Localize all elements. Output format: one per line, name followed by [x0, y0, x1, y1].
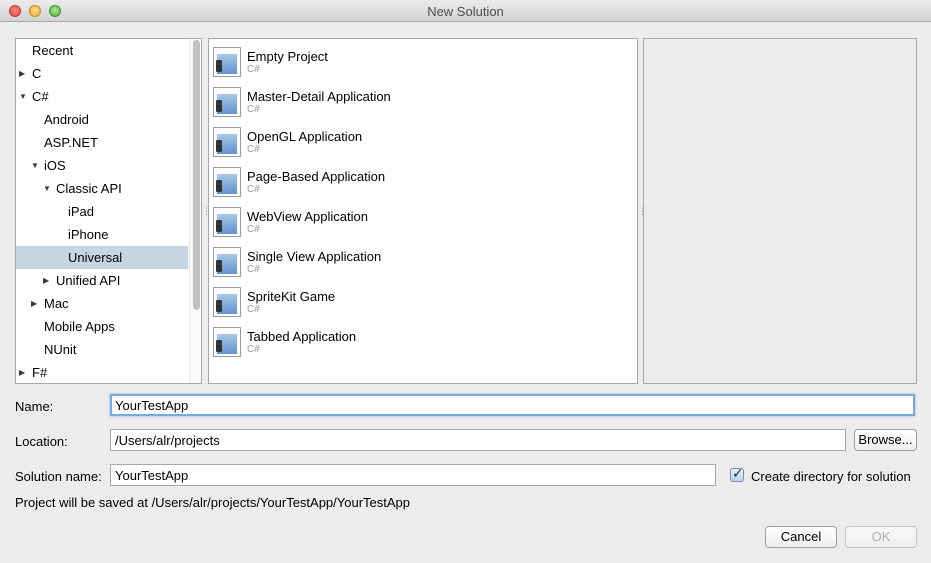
tree-item[interactable]: iPad [16, 200, 188, 223]
template-item[interactable]: OpenGL Application C# [209, 123, 637, 163]
template-language: C# [247, 104, 260, 115]
template-item[interactable]: Tabbed Application C# [209, 323, 637, 363]
tree-item[interactable]: ▶ Unified API [16, 269, 188, 292]
tree-item-label: Mac [44, 296, 69, 311]
tree-item-label: Classic API [56, 181, 122, 196]
ios-template-icon [213, 87, 241, 117]
template-language: C# [247, 344, 260, 355]
ios-template-icon [213, 47, 241, 77]
splitter-grip-icon[interactable]: ⋮ [202, 206, 211, 216]
ios-template-icon [213, 207, 241, 237]
disclosure-collapsed-icon[interactable]: ▶ [19, 62, 25, 85]
template-name: Single View Application [247, 249, 382, 264]
tree-item[interactable]: ▶ Mac [16, 292, 188, 315]
disclosure-expanded-icon[interactable]: ▼ [19, 85, 27, 108]
tree-item-label: iOS [44, 158, 66, 173]
category-tree[interactable]: Recent ▶ C ▼ C# Android ASP.NET ▼ iOS ▼ Classic AP… [15, 38, 202, 384]
template-language: C# [247, 144, 260, 155]
tree-item-label: C [32, 66, 42, 81]
template-name: Page-Based Application [247, 169, 386, 184]
template-name: Tabbed Application [247, 329, 357, 344]
checkmark-icon: ✓ [732, 465, 744, 481]
tree-item[interactable]: Mobile Apps [16, 315, 188, 338]
tree-item-label: ASP.NET [44, 135, 98, 150]
splitter-grip-icon[interactable]: ⋮ [638, 206, 647, 216]
tree-item[interactable]: ▶ C [16, 62, 188, 85]
name-label: Name: [15, 399, 54, 414]
tree-item-label: Recent [32, 43, 74, 58]
create-directory-checkbox[interactable]: ✓ [730, 465, 744, 482]
tree-item-label: iPad [68, 204, 95, 219]
template-list[interactable]: Empty Project C# Master-Detail Application… [208, 38, 638, 384]
disclosure-collapsed-icon[interactable]: ▶ [43, 269, 49, 292]
tree-item-label: iPhone [68, 227, 109, 242]
disclosure-expanded-icon[interactable]: ▼ [43, 177, 51, 200]
disclosure-collapsed-icon[interactable]: ▶ [19, 361, 25, 383]
create-directory-label[interactable]: Create directory for solution [751, 469, 911, 484]
window-title: New Solution [427, 4, 504, 19]
template-language: C# [247, 64, 260, 75]
name-input[interactable] [110, 394, 915, 416]
tree-item[interactable]: ASP.NET [16, 131, 188, 154]
template-language: C# [247, 264, 260, 275]
tree-item-label: Universal [68, 250, 123, 265]
ok-button[interactable]: OK [845, 526, 917, 548]
template-item[interactable]: Empty Project C# [209, 43, 637, 83]
solution-name-input[interactable] [110, 464, 716, 486]
ios-template-icon [213, 167, 241, 197]
location-label: Location: [15, 434, 68, 449]
tree-item[interactable]: NUnit [16, 338, 188, 361]
template-item[interactable]: Single View Application C# [209, 243, 637, 283]
template-item[interactable]: Page-Based Application C# [209, 163, 637, 203]
tree-item-label: Android [44, 112, 89, 127]
tree-item[interactable]: Android [16, 108, 188, 131]
ios-template-icon [213, 327, 241, 357]
location-input[interactable] [110, 429, 846, 451]
template-item[interactable]: WebView Application C# [209, 203, 637, 243]
disclosure-expanded-icon[interactable]: ▼ [31, 154, 39, 177]
tree-item-label: Unified API [56, 273, 121, 288]
tree-item[interactable]: ▶ F# [16, 361, 188, 383]
cancel-button[interactable]: Cancel [765, 526, 837, 548]
tree-item[interactable]: iPhone [16, 223, 188, 246]
template-name: SpriteKit Game [247, 289, 336, 304]
ios-template-icon [213, 287, 241, 317]
tree-item-label: Mobile Apps [44, 319, 115, 334]
template-name: Master-Detail Application [247, 89, 391, 104]
tree-item[interactable]: Universal [16, 246, 188, 269]
template-item[interactable]: Master-Detail Application C# [209, 83, 637, 123]
save-location-info: Project will be saved at /Users/alr/proj… [15, 495, 411, 510]
tree-item-label: NUnit [44, 342, 77, 357]
title-bar: New Solution [0, 0, 931, 22]
tree-scrollbar-thumb[interactable] [193, 40, 200, 310]
tree-item[interactable]: ▼ iOS [16, 154, 188, 177]
tree-item[interactable]: ▼ C# [16, 85, 188, 108]
template-name: WebView Application [247, 209, 368, 224]
template-name: Empty Project [247, 49, 328, 64]
tree-item-label: C# [32, 89, 49, 104]
template-language: C# [247, 304, 260, 315]
tree-item[interactable]: ▼ Classic API [16, 177, 188, 200]
tree-scrollbar[interactable] [189, 39, 201, 383]
ios-template-icon [213, 127, 241, 157]
disclosure-collapsed-icon[interactable]: ▶ [31, 292, 37, 315]
template-preview [643, 38, 917, 384]
template-name: OpenGL Application [247, 129, 363, 144]
template-language: C# [247, 224, 260, 235]
ios-template-icon [213, 247, 241, 277]
tree-item[interactable]: Recent [16, 39, 188, 62]
template-item[interactable]: SpriteKit Game C# [209, 283, 637, 323]
browse-button[interactable]: Browse... [854, 429, 917, 451]
solution-name-label: Solution name: [15, 469, 102, 484]
tree-item-label: F# [32, 365, 48, 380]
template-language: C# [247, 184, 260, 195]
